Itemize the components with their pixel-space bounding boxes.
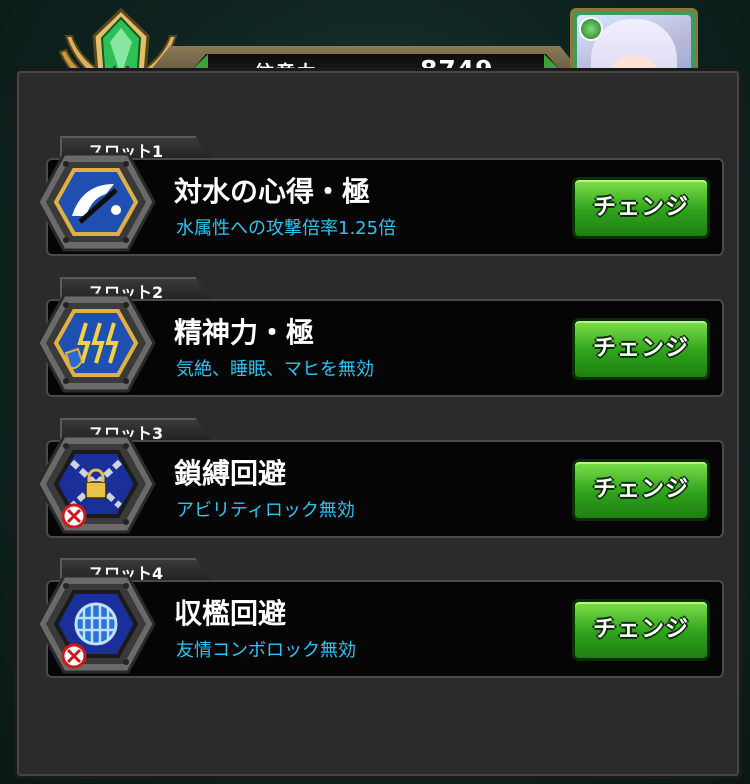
skill-description: アビリティロック無効 bbox=[176, 500, 355, 521]
slot-2: スロット2 精神力・極 気絶、睡眠、マヒを無効 チェンジ bbox=[36, 277, 724, 397]
skill-name: 収檻回避 bbox=[174, 597, 287, 630]
water-strike-icon bbox=[36, 152, 156, 252]
skill-description: 友情コンボロック無効 bbox=[176, 640, 356, 661]
cage-icon bbox=[36, 574, 156, 674]
skill-description: 水属性への攻撃倍率1.25倍 bbox=[176, 218, 397, 239]
slot-4: スロット4 収檻回避 友情コンボロック無効 チェンジ bbox=[36, 558, 724, 678]
disabled-icon bbox=[61, 643, 87, 669]
slot-1: スロット1 対水の心得・極 水属性への攻撃倍率1.25倍 チェンジ bbox=[36, 136, 724, 256]
skill-description: 気絶、睡眠、マヒを無効 bbox=[176, 359, 374, 380]
disabled-icon bbox=[61, 503, 87, 529]
change-button[interactable]: チェンジ bbox=[572, 318, 710, 380]
skill-name: 対水の心得・極 bbox=[174, 175, 371, 208]
skill-name: 鎖縛回避 bbox=[174, 457, 287, 490]
skill-name: 精神力・極 bbox=[174, 316, 315, 349]
change-button[interactable]: チェンジ bbox=[572, 459, 710, 521]
change-button[interactable]: チェンジ bbox=[572, 599, 710, 661]
change-button[interactable]: チェンジ bbox=[572, 177, 710, 239]
slot-3: スロット3 鎖縛回避 アビリティロック無効 チェンジ bbox=[36, 418, 724, 538]
chain-lock-icon bbox=[36, 434, 156, 534]
element-badge-icon bbox=[579, 17, 603, 41]
lightning-shield-icon bbox=[36, 293, 156, 393]
